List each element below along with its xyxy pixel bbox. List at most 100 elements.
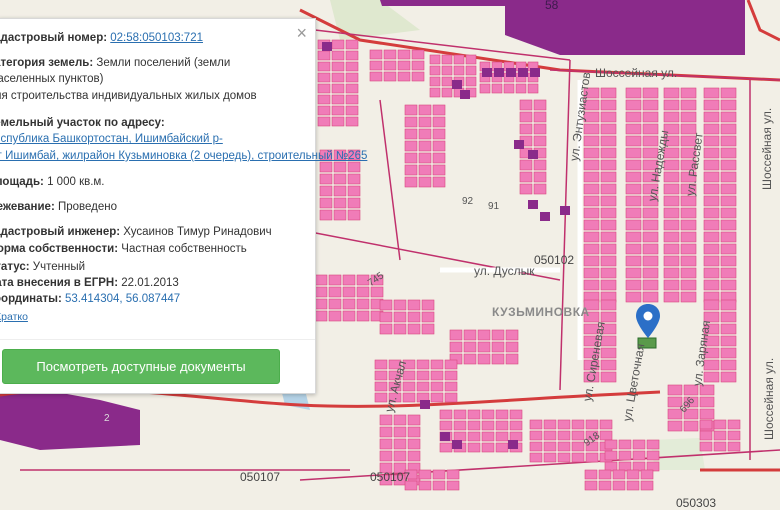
parcel: [441, 54, 453, 65]
parcel: [720, 183, 737, 195]
parcel: [583, 123, 600, 135]
address-link-1[interactable]: Республика Башкортостан, Ишимбайский р-: [0, 133, 223, 145]
parcel: [720, 335, 737, 347]
parcel: [612, 480, 626, 491]
parcel: [345, 105, 359, 116]
parcel: [418, 104, 432, 116]
parcel: [467, 420, 481, 431]
parcel: [640, 480, 654, 491]
parcel: [642, 267, 659, 279]
parcel: [444, 359, 458, 370]
parcel: [713, 419, 727, 430]
parcel: [585, 452, 599, 463]
parcel: [533, 123, 547, 135]
parcel: [599, 419, 613, 430]
parcel: [703, 299, 720, 311]
address-line-2[interactable]: н, г Ишимбай, жилрайон Кузьминовка (2 оч…: [0, 150, 367, 162]
address-line-1[interactable]: Республика Башкортостан, Ишимбайский р-: [0, 133, 223, 145]
parcel: [667, 384, 683, 396]
parcel: [727, 441, 741, 452]
purple-parcel: [530, 68, 540, 77]
purple-parcel: [460, 90, 470, 99]
parcel: [667, 420, 683, 432]
parcel: [491, 341, 505, 353]
parcel: [720, 195, 737, 207]
parcel: [642, 219, 659, 231]
parcel: [663, 87, 680, 99]
cadastral-link[interactable]: 02:58:050103:721: [110, 32, 203, 44]
parcel: [432, 480, 446, 491]
parcel: [680, 195, 697, 207]
parcel: [720, 147, 737, 159]
purple-parcel: [508, 440, 518, 449]
parcel: [477, 341, 491, 353]
parcel: [503, 83, 515, 94]
parcel: [421, 323, 435, 335]
parcel: [317, 116, 331, 127]
parcel: [369, 49, 383, 60]
location-marker-icon[interactable]: [636, 304, 660, 340]
engineer-row: Кадастровый инженер: Хусаинов Тимур Рина…: [0, 226, 272, 238]
parcel: [680, 279, 697, 291]
parcel: [509, 431, 523, 442]
parcel: [632, 439, 646, 450]
parcel: [625, 147, 642, 159]
parcel: [465, 76, 477, 87]
parcel: [642, 255, 659, 267]
parcel: [600, 147, 617, 159]
purple-zone-top: [380, 0, 510, 6]
parcel: [625, 99, 642, 111]
parcel: [727, 419, 741, 430]
cadastral-row: Кадастровый номер: 02:58:050103:721: [0, 32, 203, 44]
address-link-2[interactable]: н, г Ишимбай, жилрайон Кузьминовка (2 оч…: [0, 150, 367, 162]
zone-label-050107-b: 050107: [370, 470, 411, 484]
parcel: [495, 442, 509, 453]
brief-link[interactable]: Кратко: [0, 311, 28, 323]
close-icon[interactable]: ×: [296, 23, 307, 44]
parcel: [618, 450, 632, 461]
parcel: [331, 39, 345, 50]
parcel: [407, 426, 421, 438]
parcel: [583, 159, 600, 171]
parcel: [407, 438, 421, 450]
parcel: [571, 419, 585, 430]
parcel: [356, 298, 370, 310]
parcel: [667, 408, 683, 420]
parcel: [703, 243, 720, 255]
street-label-shosseynaya-vertical-2: Шоссейная ул.: [762, 357, 776, 440]
parcel: [418, 480, 432, 491]
engineer-value: Хусаинов Тимур Ринадович: [123, 226, 272, 238]
parcel: [441, 76, 453, 87]
parcel: [333, 161, 347, 173]
parcel: [467, 442, 481, 453]
view-documents-button[interactable]: Посмотреть доступные документы: [2, 349, 280, 384]
parcel: [477, 353, 491, 365]
parcel: [680, 255, 697, 267]
parcel: [583, 183, 600, 195]
parcel: [720, 123, 737, 135]
parcel: [402, 392, 416, 403]
parcel: [699, 396, 715, 408]
parcel: [314, 310, 328, 322]
parcel: [331, 116, 345, 127]
parcel: [404, 152, 418, 164]
parcel: [393, 414, 407, 426]
parcel: [411, 60, 425, 71]
parcel: [533, 171, 547, 183]
parcel: [393, 299, 407, 311]
parcel: [369, 60, 383, 71]
parcel: [404, 128, 418, 140]
parcel: [642, 231, 659, 243]
parcel: [720, 359, 737, 371]
parcel: [618, 461, 632, 472]
brief-row[interactable]: Кратко: [0, 311, 28, 323]
parcel: [347, 197, 361, 209]
area-value: 1 000 кв.м.: [47, 176, 105, 188]
parcel: [600, 219, 617, 231]
parcel: [600, 279, 617, 291]
parcel: [328, 286, 342, 298]
parcel: [720, 159, 737, 171]
coords-value: 53.414304, 56.087447: [65, 293, 181, 305]
parcel: [663, 291, 680, 303]
parcel: [515, 83, 527, 94]
